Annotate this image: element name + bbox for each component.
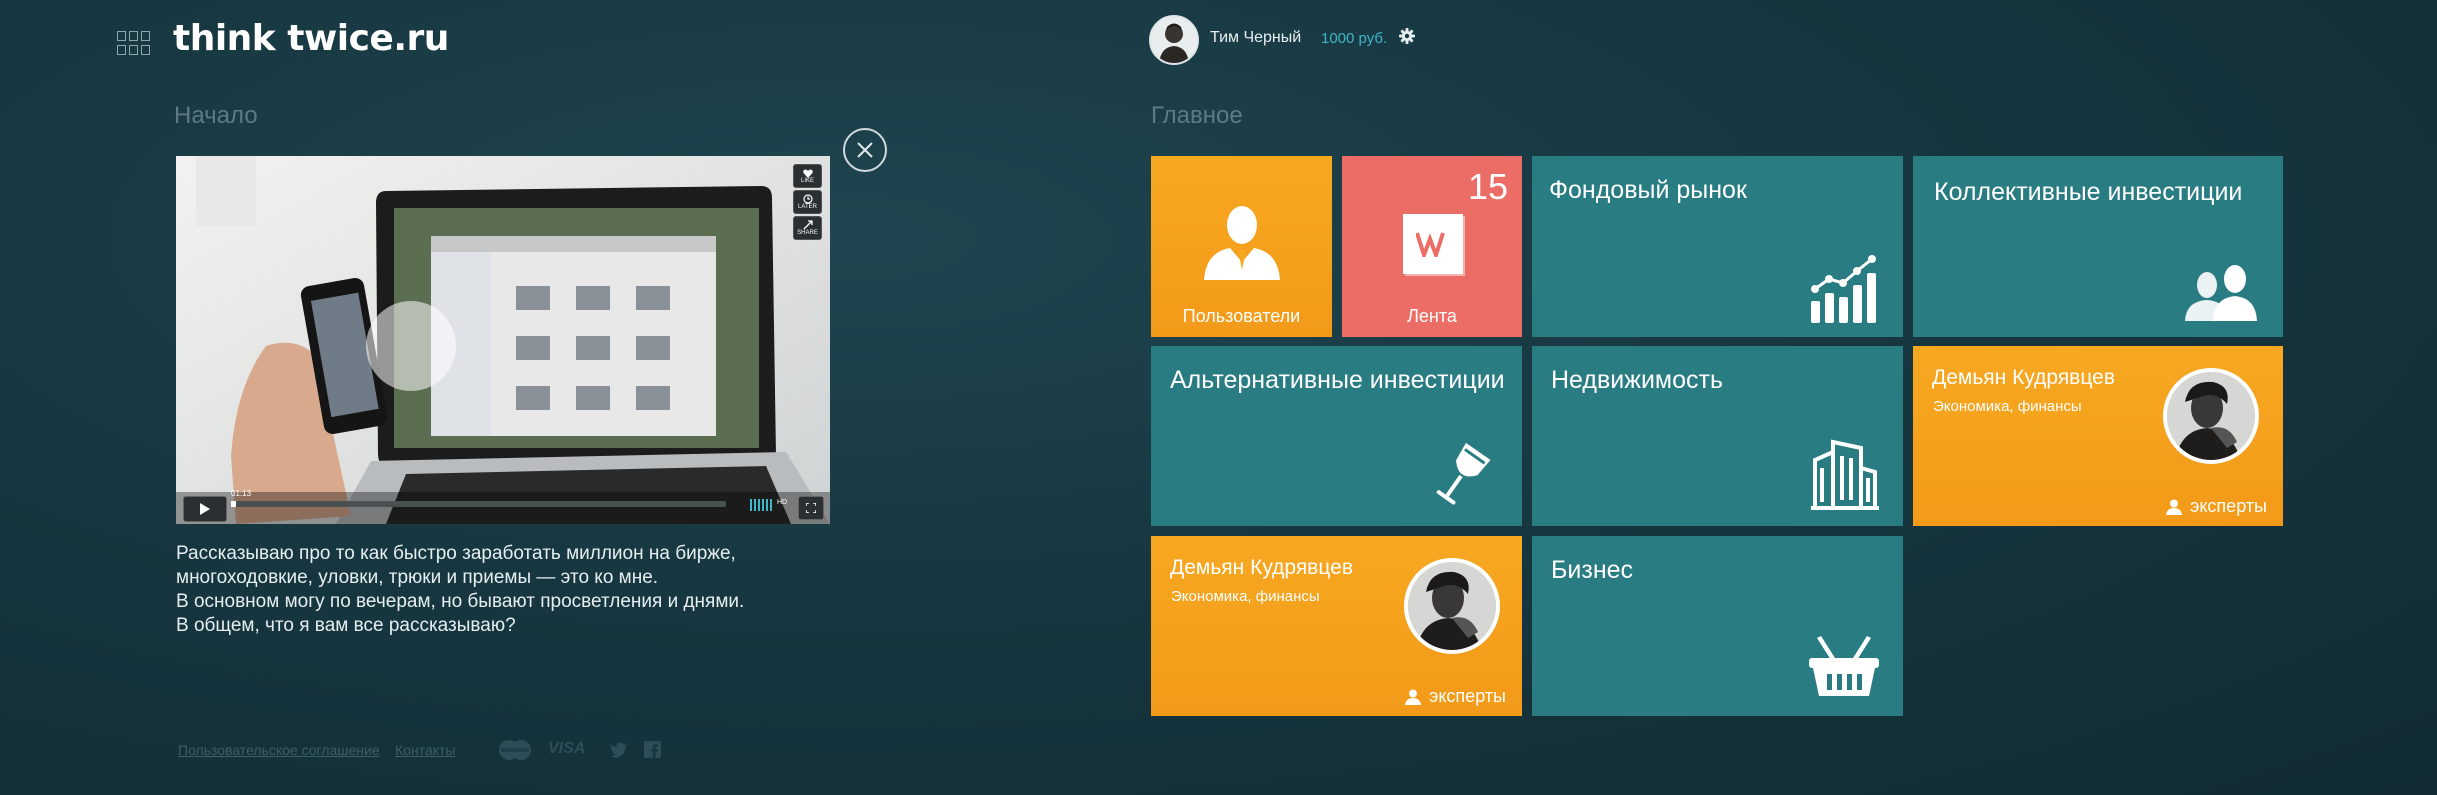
expert-topic: Экономика, финансы [1171, 588, 1320, 605]
tile-stock-market[interactable]: Фондовый рынок [1532, 156, 1903, 337]
apps-grid-icon[interactable] [117, 31, 151, 55]
chart-growth-icon [1811, 255, 1876, 323]
person-icon [2166, 499, 2183, 515]
clock-icon [802, 194, 813, 204]
balance[interactable]: 1000 руб. [1321, 30, 1387, 47]
tile-users[interactable]: Пользователи [1151, 156, 1332, 337]
close-button[interactable] [843, 128, 887, 172]
user-avatar[interactable] [1149, 15, 1199, 65]
fullscreen-icon[interactable] [798, 496, 824, 520]
share-button[interactable]: SHARE [793, 216, 822, 240]
description-line: Рассказываю про то как быстро заработать… [176, 543, 736, 564]
visa-logo: VISA [548, 740, 586, 757]
feed-icon [1403, 214, 1463, 274]
user-silhouette-icon [1204, 206, 1280, 280]
feed-count: 15 [1467, 166, 1508, 207]
expert-photo [1404, 558, 1500, 654]
tile-stock-market-title: Фондовый рынок [1549, 176, 1747, 204]
experts-tag: эксперты [1405, 686, 1506, 707]
description-line: В общем, что я вам все рассказываю? [176, 615, 516, 636]
expert-topic: Экономика, финансы [1933, 398, 2082, 415]
play-button[interactable] [183, 496, 227, 522]
expert-photo [2163, 368, 2259, 464]
volume-icon[interactable] [750, 499, 774, 511]
settings-gear-icon[interactable] [1397, 26, 1417, 46]
basket-icon [1809, 636, 1879, 696]
tile-business[interactable]: Бизнес [1532, 536, 1903, 716]
tile-users-label: Пользователи [1182, 306, 1301, 326]
tile-feed-label: Лента [1407, 306, 1457, 326]
video-description: Рассказываю про то как быстро заработать… [176, 542, 816, 638]
expert-name: Демьян Кудрявцев [1932, 366, 2115, 389]
progress-bar[interactable] [231, 501, 726, 507]
tile-business-title: Бизнес [1551, 556, 1634, 584]
experts-tag: эксперты [2166, 496, 2267, 517]
person-icon [1405, 689, 1422, 705]
heart-icon [802, 169, 813, 178]
section-title-main: Главное [1151, 102, 1243, 129]
share-icon [803, 220, 813, 230]
section-title-start: Начало [174, 102, 258, 129]
hd-icon[interactable]: HD [777, 499, 787, 506]
video-time: 01:13 [231, 489, 252, 498]
tile-expert[interactable]: Демьян Кудрявцев Экономика, финансы эксп… [1913, 346, 2283, 526]
watch-later-button[interactable]: LATER [793, 190, 822, 214]
description-line: многоходовкие, уловки, трюки и приемы — … [176, 567, 659, 588]
play-icon [200, 503, 210, 515]
logo[interactable]: think twice.ru [173, 18, 449, 59]
like-button[interactable]: LIKE [793, 164, 822, 188]
user-name[interactable]: Тим Черный [1210, 29, 1301, 47]
users-group-icon [2185, 265, 2257, 321]
wine-glass-icon [1436, 442, 1491, 505]
tile-real-estate[interactable]: Недвижимость [1532, 346, 1903, 526]
tile-collective-investments[interactable]: Коллективные инвестиции [1913, 156, 2283, 337]
twitter-icon[interactable] [610, 742, 628, 758]
tile-collective-title: Коллективные инвестиции [1934, 178, 2243, 206]
facebook-icon[interactable] [644, 741, 661, 758]
tile-real-estate-title: Недвижимость [1551, 366, 1723, 394]
mastercard-icon [495, 739, 535, 761]
tile-alternative-title: Альтернативные инвестиции [1170, 366, 1505, 394]
video-frame-image [176, 156, 830, 524]
close-icon [857, 142, 873, 158]
tile-alternative-investments[interactable]: Альтернативные инвестиции [1151, 346, 1522, 526]
user-agreement-link[interactable]: Пользовательское соглашение [178, 742, 380, 758]
tile-expert[interactable]: Демьян Кудрявцев Экономика, финансы эксп… [1151, 536, 1522, 716]
description-line: В основном могу по вечерам, но бывают пр… [176, 591, 745, 612]
expert-name: Демьян Кудрявцев [1170, 556, 1353, 579]
tile-feed[interactable]: 15 Лента [1342, 156, 1522, 337]
building-icon [1811, 439, 1879, 510]
contacts-link[interactable]: Контакты [395, 742, 455, 758]
video-player[interactable]: LIKE LATER SHARE 01:13 HD [176, 156, 830, 524]
